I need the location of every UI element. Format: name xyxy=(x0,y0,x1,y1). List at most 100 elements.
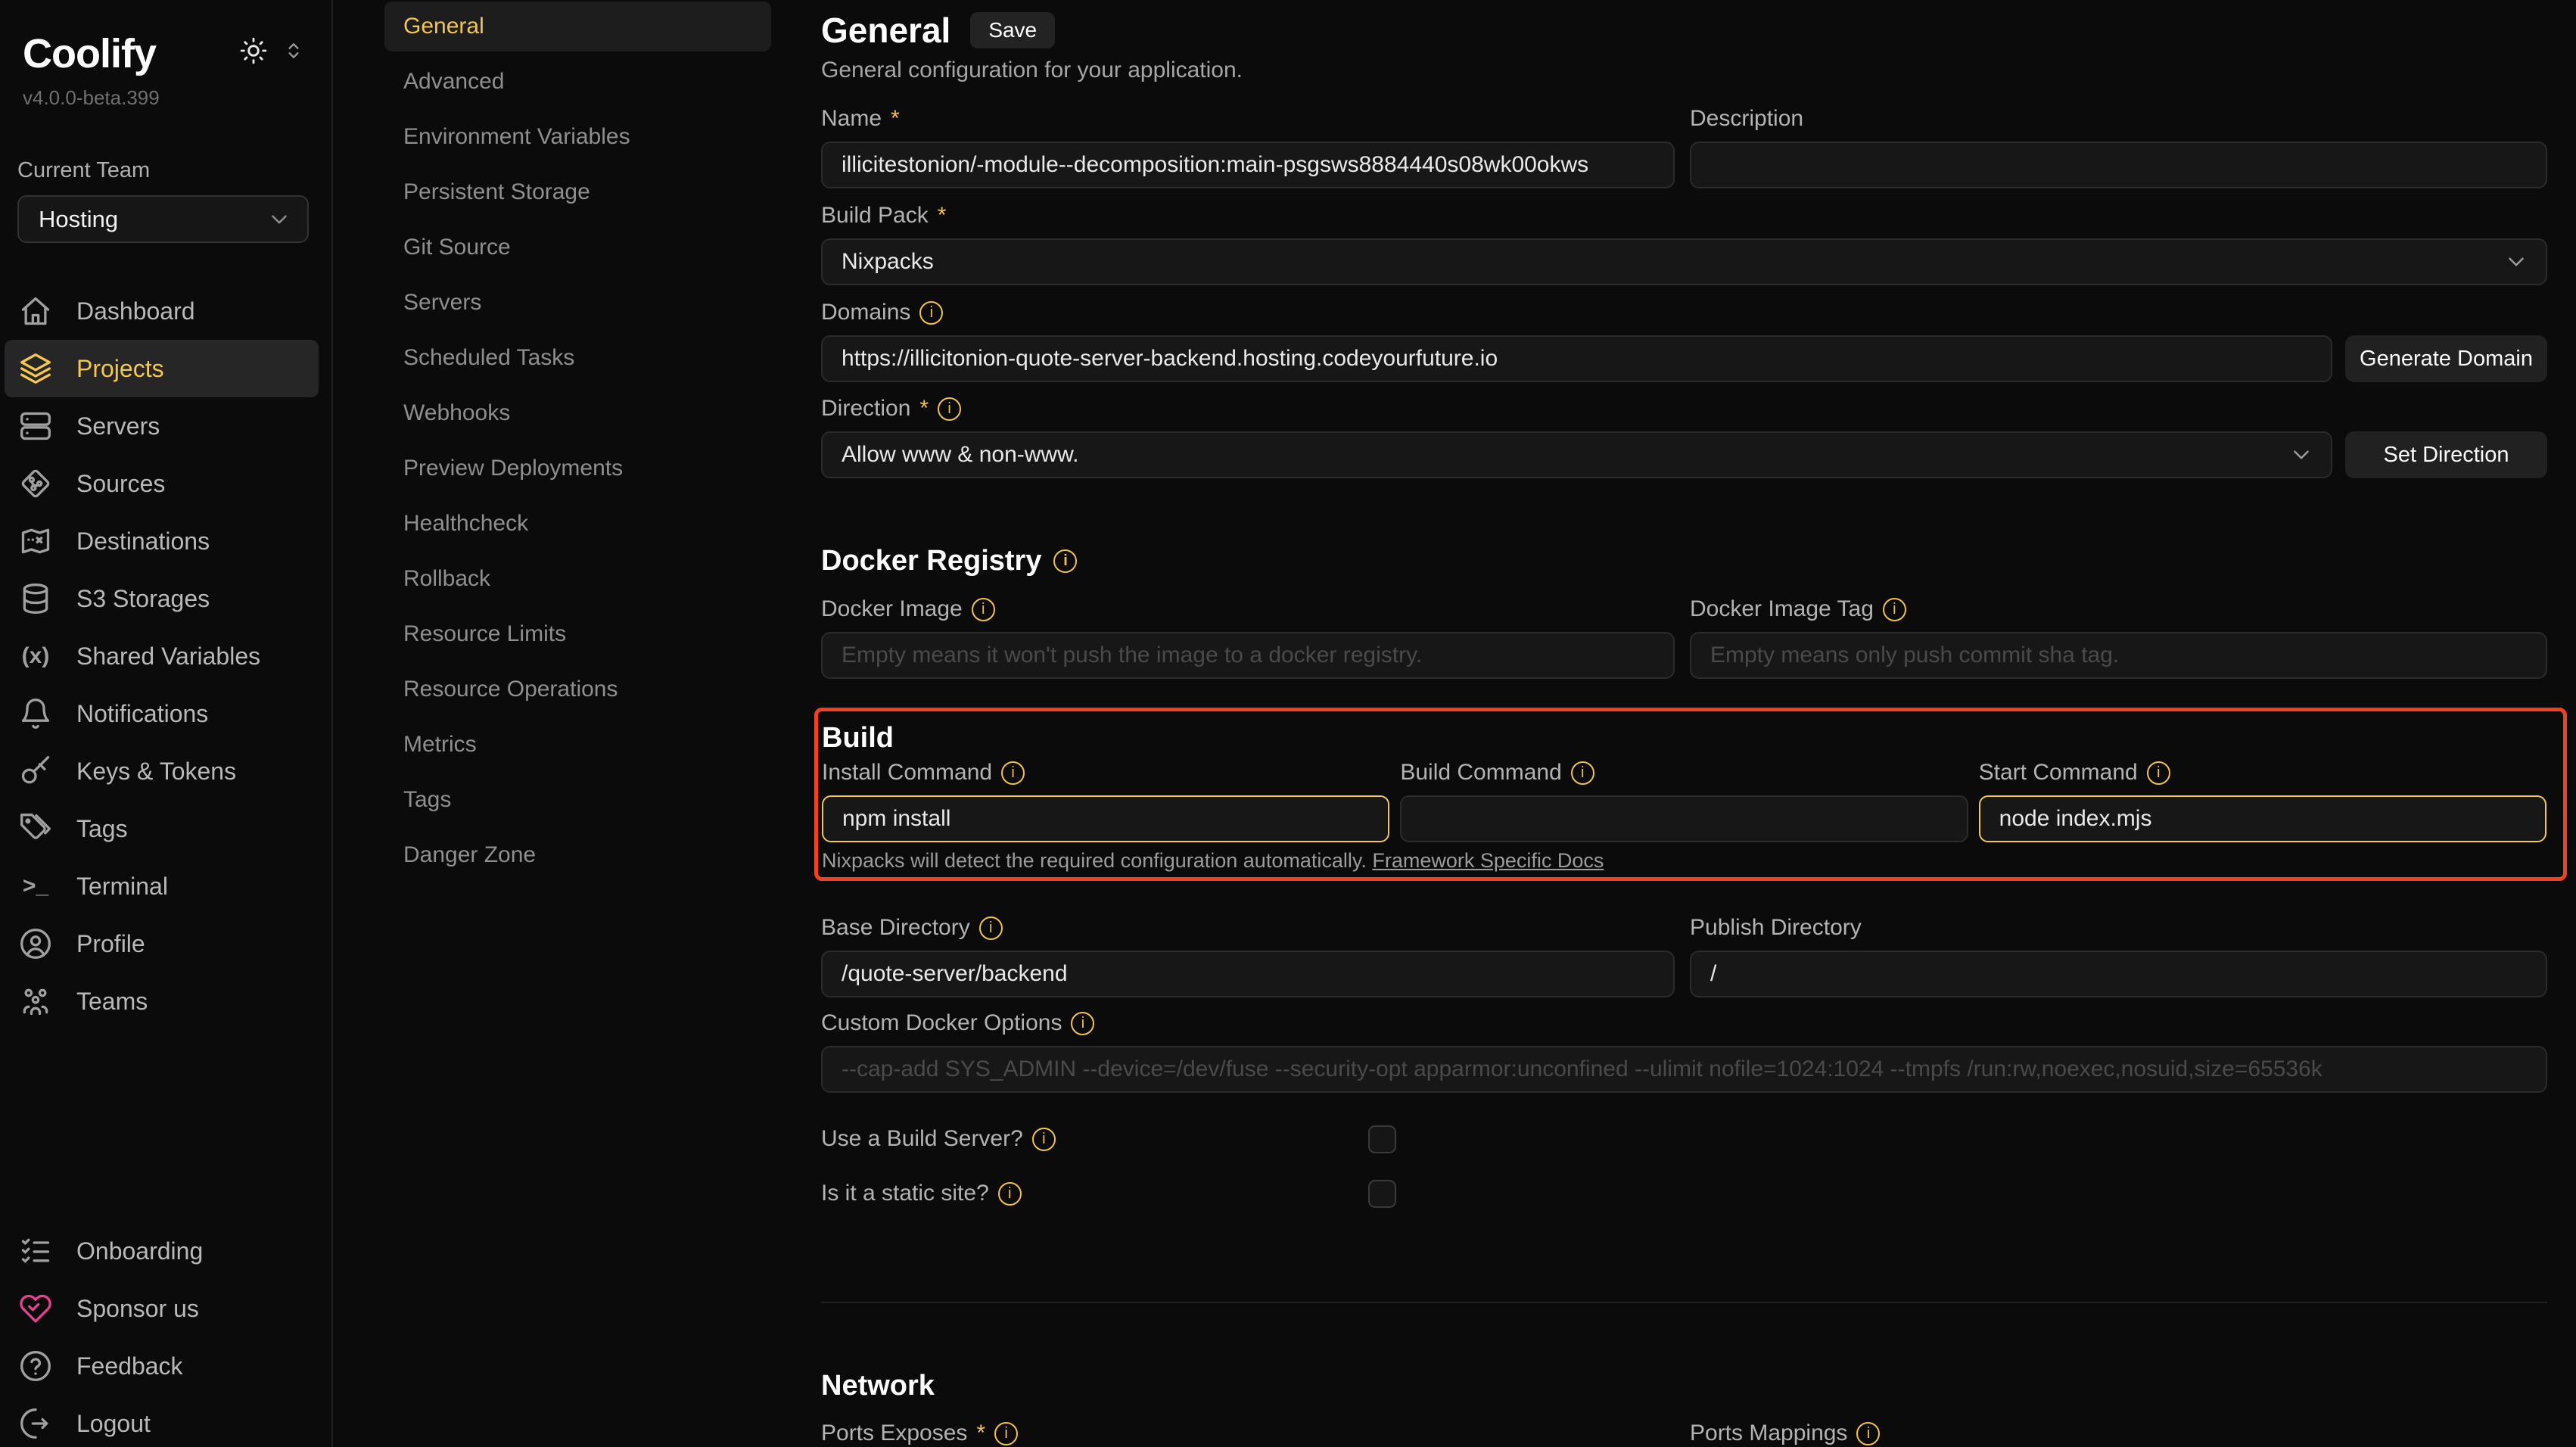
base-directory-input[interactable] xyxy=(821,951,1675,997)
bell-icon xyxy=(19,697,52,730)
info-icon[interactable]: i xyxy=(998,1182,1022,1206)
sidebar-item-logout[interactable]: Logout xyxy=(5,1395,319,1447)
subnav-item-environment-variables[interactable]: Environment Variables xyxy=(384,112,771,162)
info-icon[interactable]: i xyxy=(1856,1422,1880,1445)
sidebar-item-shared-variables[interactable]: (x) Shared Variables xyxy=(5,627,319,685)
sidebar-item-sponsor-us[interactable]: Sponsor us xyxy=(5,1280,319,1337)
domains-input[interactable] xyxy=(821,335,2332,382)
subnav-item-servers[interactable]: Servers xyxy=(384,278,771,328)
build-command-input[interactable] xyxy=(1400,795,1968,842)
custom-docker-options-input[interactable] xyxy=(821,1046,2547,1093)
git-source-icon xyxy=(19,467,52,500)
sidebar-item-dashboard[interactable]: Dashboard xyxy=(5,282,319,340)
info-icon[interactable]: i xyxy=(1001,761,1025,785)
sidebar-item-label: Shared Variables xyxy=(76,643,260,671)
server-icon xyxy=(19,409,52,443)
required-asterisk: * xyxy=(919,395,929,422)
static-site-checkbox[interactable] xyxy=(1368,1180,1396,1208)
sidebar-item-profile[interactable]: Profile xyxy=(5,915,319,972)
app-logo: Coolify xyxy=(23,30,156,77)
install-command-input[interactable] xyxy=(822,795,1389,842)
description-input[interactable] xyxy=(1690,142,2547,188)
set-direction-button[interactable]: Set Direction xyxy=(2345,431,2547,478)
team-select[interactable]: Hosting xyxy=(17,195,309,243)
sidebar-item-label: Logout xyxy=(76,1410,151,1438)
sidebar-item-tags[interactable]: Tags xyxy=(5,800,319,857)
sidebar: Coolify v4.0.0-beta.399 Current Team Hos… xyxy=(0,0,333,1447)
static-site-label: Is it a static site?i xyxy=(821,1180,1022,1207)
sidebar-item-sources[interactable]: Sources xyxy=(5,455,319,512)
sidebar-item-notifications[interactable]: Notifications xyxy=(5,685,319,742)
help-circle-icon xyxy=(19,1349,52,1383)
subnav-item-resource-operations[interactable]: Resource Operations xyxy=(384,664,771,714)
info-icon[interactable]: i xyxy=(1032,1128,1056,1151)
subnav-item-healthcheck[interactable]: Healthcheck xyxy=(384,499,771,549)
publish-directory-label: Publish Directory xyxy=(1690,914,2547,941)
subnav-item-scheduled-tasks[interactable]: Scheduled Tasks xyxy=(384,333,771,383)
subnav-item-general[interactable]: General xyxy=(384,2,771,51)
build-command-label: Build Commandi xyxy=(1400,759,1968,786)
use-build-server-checkbox[interactable] xyxy=(1368,1125,1396,1153)
subnav-item-rollback[interactable]: Rollback xyxy=(384,554,771,604)
publish-directory-input[interactable] xyxy=(1690,951,2547,997)
info-icon[interactable]: i xyxy=(1053,549,1077,573)
sidebar-item-label: Projects xyxy=(76,355,164,383)
sidebar-item-label: Profile xyxy=(76,930,145,958)
sidebar-item-teams[interactable]: Teams xyxy=(5,972,319,1030)
install-command-label: Install Commandi xyxy=(822,759,1389,786)
direction-select[interactable] xyxy=(821,431,2332,478)
info-icon[interactable]: i xyxy=(919,301,943,325)
sidebar-item-label: Keys & Tokens xyxy=(76,758,236,786)
theme-sun-icon[interactable] xyxy=(239,36,268,65)
sidebar-item-label: Sponsor us xyxy=(76,1295,199,1323)
save-button[interactable]: Save xyxy=(970,12,1055,48)
sidebar-item-destinations[interactable]: Destinations xyxy=(5,512,319,570)
info-icon[interactable]: i xyxy=(972,598,995,621)
info-icon[interactable]: i xyxy=(938,397,961,421)
sidebar-item-projects[interactable]: Projects xyxy=(5,340,319,397)
chevrons-up-down-icon[interactable] xyxy=(282,39,306,63)
subnav-item-preview-deployments[interactable]: Preview Deployments xyxy=(384,443,771,493)
sidebar-item-onboarding[interactable]: Onboarding xyxy=(5,1222,319,1280)
sidebar-item-terminal[interactable]: >_ Terminal xyxy=(5,857,319,915)
docker-image-input[interactable] xyxy=(821,632,1675,679)
subnav-item-webhooks[interactable]: Webhooks xyxy=(384,388,771,438)
subnav-item-danger-zone[interactable]: Danger Zone xyxy=(384,830,771,880)
sidebar-item-s3-storages[interactable]: S3 Storages xyxy=(5,570,319,627)
subnav-item-persistent-storage[interactable]: Persistent Storage xyxy=(384,167,771,217)
sidebar-footer: Onboarding Sponsor us Feedback Logout xyxy=(0,1222,331,1447)
home-icon xyxy=(19,294,52,328)
info-icon[interactable]: i xyxy=(1883,598,1906,621)
subnav-item-git-source[interactable]: Git Source xyxy=(384,222,771,272)
sidebar-item-servers[interactable]: Servers xyxy=(5,397,319,455)
docker-image-tag-label: Docker Image Tagi xyxy=(1690,596,2547,623)
main-content: General Save General configuration for y… xyxy=(772,0,2576,1447)
info-icon[interactable]: i xyxy=(994,1422,1018,1445)
info-icon[interactable]: i xyxy=(2147,761,2170,785)
sidebar-item-label: Notifications xyxy=(76,700,208,728)
sidebar-item-keys-tokens[interactable]: Keys & Tokens xyxy=(5,742,319,800)
docker-image-tag-input[interactable] xyxy=(1690,632,2547,679)
info-icon[interactable]: i xyxy=(1571,761,1594,785)
name-input[interactable] xyxy=(821,142,1675,188)
layers-icon xyxy=(19,352,52,385)
subnav-item-resource-limits[interactable]: Resource Limits xyxy=(384,609,771,659)
custom-docker-options-label: Custom Docker Optionsi xyxy=(821,1010,2547,1037)
build-pack-select[interactable] xyxy=(821,238,2547,285)
sidebar-item-feedback[interactable]: Feedback xyxy=(5,1337,319,1395)
tag-icon xyxy=(19,812,52,845)
user-circle-icon xyxy=(19,927,52,960)
subnav-item-tags[interactable]: Tags xyxy=(384,775,771,825)
subnav-item-advanced[interactable]: Advanced xyxy=(384,57,771,107)
start-command-input[interactable] xyxy=(1979,795,2546,842)
team-select-value: Hosting xyxy=(39,206,118,233)
build-pack-label: Build Pack* xyxy=(821,202,2547,229)
subnav-item-metrics[interactable]: Metrics xyxy=(384,720,771,770)
info-icon[interactable]: i xyxy=(1071,1012,1094,1035)
framework-docs-link[interactable]: Framework Specific Docs xyxy=(1372,849,1604,872)
generate-domain-button[interactable]: Generate Domain xyxy=(2345,335,2547,382)
sidebar-item-label: Teams xyxy=(76,988,148,1016)
docker-registry-heading: Docker Registryi xyxy=(821,543,2547,578)
heart-icon xyxy=(19,1292,52,1325)
info-icon[interactable]: i xyxy=(979,916,1003,940)
